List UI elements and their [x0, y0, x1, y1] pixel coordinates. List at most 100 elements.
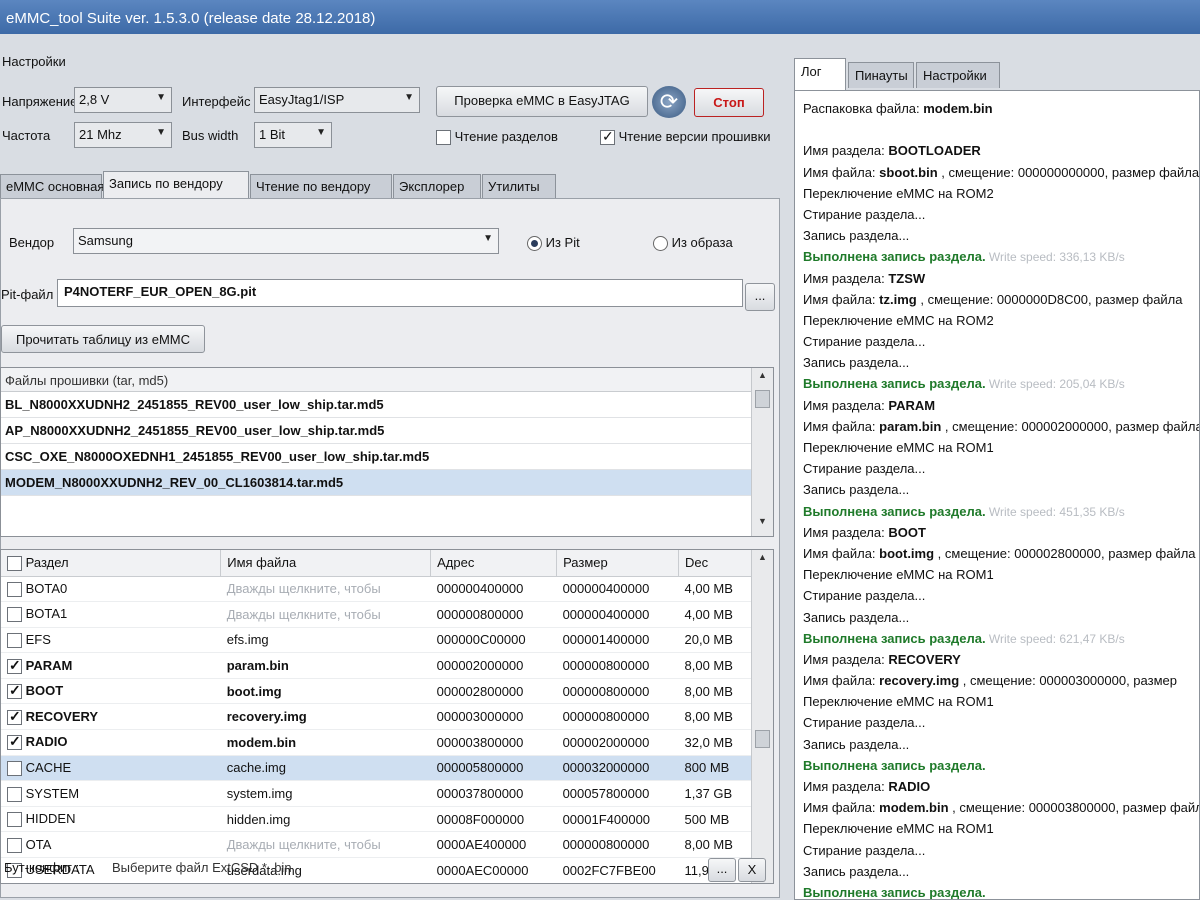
read-table-button[interactable]: Прочитать таблицу из eMMC [1, 325, 205, 353]
log-success: Выполнена запись раздела. [803, 249, 986, 265]
bus-width-label: Bus width [182, 128, 239, 143]
check-emmc-button[interactable]: Проверка eMMC в EasyJTAG [436, 86, 648, 117]
row-checkbox[interactable] [7, 708, 22, 725]
column-dec[interactable]: Dec [678, 550, 753, 577]
log-speed: Write speed: 205,04 KB/s [985, 377, 1125, 392]
log-line: Выполнена запись раздела. [803, 885, 1199, 899]
list-item[interactable]: AP_N8000XXUDNH2_2451855_REV00_user_low_s… [1, 418, 773, 444]
row-checkbox[interactable] [7, 633, 22, 649]
partition-dec: 8,00 MB [678, 678, 753, 705]
log-line: Запись раздела... [803, 355, 910, 371]
partition-file[interactable]: boot.img [220, 678, 431, 705]
refresh-icon[interactable]: ⟳ [652, 86, 686, 118]
tab-utilities[interactable]: Утилиты [482, 174, 556, 198]
partition-file[interactable]: param.bin [220, 652, 431, 679]
log-output[interactable]: Распаковка файла: modem.bin Имя раздела: … [794, 90, 1200, 900]
column-address[interactable]: Адрес [430, 550, 558, 577]
boot-config-clear-button[interactable]: X [738, 858, 766, 882]
from-pit-radio[interactable] [527, 236, 542, 252]
row-checkbox[interactable] [7, 657, 22, 674]
tab-settings[interactable]: Настройки [916, 62, 1000, 88]
partition-file[interactable]: cache.img [220, 755, 431, 782]
from-image-label: Из образа [671, 235, 733, 250]
log-speed: Write speed: 336,13 KB/s [985, 250, 1125, 265]
column-partition[interactable]: Раздел [1, 550, 222, 577]
tab-explorer[interactable]: Эксплорер [393, 174, 481, 198]
table-row[interactable]: CACHE cache.img 000005800000 00003200000… [1, 755, 753, 782]
table-row[interactable]: PARAM param.bin 000002000000 00000080000… [1, 652, 753, 679]
chevron-up-icon[interactable]: ▲ [752, 552, 773, 570]
log-speed: Write speed: 621,47 KB/s [985, 631, 1125, 646]
table-row[interactable]: RADIO modem.bin 000003800000 00000200000… [1, 729, 753, 756]
voltage-select[interactable]: 2,8 V ▼ [74, 87, 172, 113]
read-partitions-checkbox[interactable] [436, 130, 451, 146]
table-row[interactable]: BOTA0 Дважды щелкните, чтобы 00000040000… [1, 576, 753, 603]
partition-file[interactable]: efs.img [220, 627, 431, 654]
partition-address: 000037800000 [430, 780, 557, 807]
boot-config-value[interactable]: Выберите файл ExtCSD * .bin [112, 860, 292, 875]
table-row[interactable]: EFS efs.img 000000C00000 000001400000 20… [1, 627, 753, 654]
partition-file[interactable]: system.img [220, 780, 431, 807]
read-partitions-label: Чтение разделов [454, 129, 558, 144]
table-row[interactable]: SYSTEM system.img 000037800000 000057800… [1, 780, 753, 807]
stop-button[interactable]: Стоп [694, 88, 764, 117]
table-row[interactable]: HIDDEN hidden.img 00008F000000 00001F400… [1, 806, 753, 833]
files-scrollbar[interactable]: ▲ ▼ [751, 368, 773, 536]
table-row[interactable]: RECOVERY recovery.img 000003000000 00000… [1, 703, 753, 731]
column-file[interactable]: Имя файла [220, 550, 432, 577]
chevron-up-icon[interactable]: ▲ [752, 370, 773, 388]
vendor-select[interactable]: Samsung ▼ [73, 228, 499, 254]
partition-file[interactable]: recovery.img [220, 703, 431, 731]
partition-dec: 800 MB [678, 755, 753, 782]
log-line: Имя раздела: PARAM [803, 397, 936, 413]
read-fw-version-option[interactable]: Чтение версии прошивки [600, 128, 771, 146]
row-checkbox[interactable] [7, 607, 22, 623]
log-line: Имя раздела: BOOTLOADER [803, 143, 981, 159]
read-partitions-option[interactable]: Чтение разделов [436, 129, 558, 146]
row-checkbox[interactable] [7, 733, 22, 751]
partition-dec: 4,00 MB [678, 576, 753, 603]
tab-vendor-read[interactable]: Чтение по вендору [250, 174, 392, 198]
chevron-down-icon[interactable]: ▼ [752, 516, 773, 534]
pit-file-field[interactable]: P4NOTERF_EUR_OPEN_8G.pit [57, 279, 743, 307]
row-checkbox[interactable] [7, 682, 22, 700]
from-image-option[interactable]: Из образа [653, 235, 733, 252]
row-checkbox[interactable] [7, 812, 22, 828]
select-all-checkbox[interactable] [7, 555, 22, 571]
firmware-files-list: Файлы прошивки (tar, md5) BL_N8000XXUDNH… [0, 367, 774, 537]
log-line: Переключение eMMC на ROM1 [803, 567, 994, 583]
list-item[interactable]: CSC_OXE_N8000OXEDNH1_2451855_REV00_user_… [1, 444, 773, 470]
tab-emmc-main[interactable]: eMMC основная [0, 174, 104, 198]
pit-browse-button[interactable]: ... [745, 283, 775, 311]
row-checkbox[interactable] [7, 581, 22, 597]
tab-pinouts[interactable]: Пинауты [848, 62, 914, 88]
row-checkbox[interactable] [7, 837, 22, 853]
vendor-value: Samsung [78, 233, 133, 248]
read-fw-version-checkbox[interactable] [600, 128, 615, 146]
boot-config-browse-button[interactable]: ... [708, 858, 736, 882]
scroll-thumb[interactable] [755, 390, 770, 408]
log-value: modem.bin [923, 101, 993, 116]
log-line: Стирание раздела... [803, 206, 926, 222]
column-size[interactable]: Размер [556, 550, 680, 577]
partition-file[interactable]: modem.bin [220, 729, 431, 756]
table-row[interactable]: BOTA1 Дважды щелкните, чтобы 00000080000… [1, 601, 753, 628]
frequency-select[interactable]: 21 Mhz ▼ [74, 122, 172, 148]
partition-file[interactable]: hidden.img [220, 806, 431, 833]
partition-size: 000032000000 [556, 755, 679, 782]
partition-file[interactable]: Дважды щелкните, чтобы [220, 576, 431, 603]
table-row[interactable]: BOOT boot.img 000002800000 000000800000 … [1, 678, 753, 705]
tab-vendor-write[interactable]: Запись по вендору [103, 171, 249, 198]
row-checkbox[interactable] [7, 760, 22, 776]
from-pit-option[interactable]: Из Pit [527, 235, 580, 252]
bus-width-select[interactable]: 1 Bit ▼ [254, 122, 332, 148]
scroll-thumb[interactable] [755, 730, 770, 748]
list-item[interactable]: MODEM_N8000XXUDNH2_REV_00_CL1603814.tar.… [1, 470, 773, 496]
from-image-radio[interactable] [653, 236, 668, 252]
tab-log[interactable]: Лог [794, 58, 846, 90]
partitions-scrollbar[interactable]: ▲ ▼ [751, 550, 773, 883]
row-checkbox[interactable] [7, 786, 22, 802]
partition-file[interactable]: Дважды щелкните, чтобы [220, 601, 431, 628]
interface-select[interactable]: EasyJtag1/ISP ▼ [254, 87, 420, 113]
list-item[interactable]: BL_N8000XXUDNH2_2451855_REV00_user_low_s… [1, 392, 773, 418]
